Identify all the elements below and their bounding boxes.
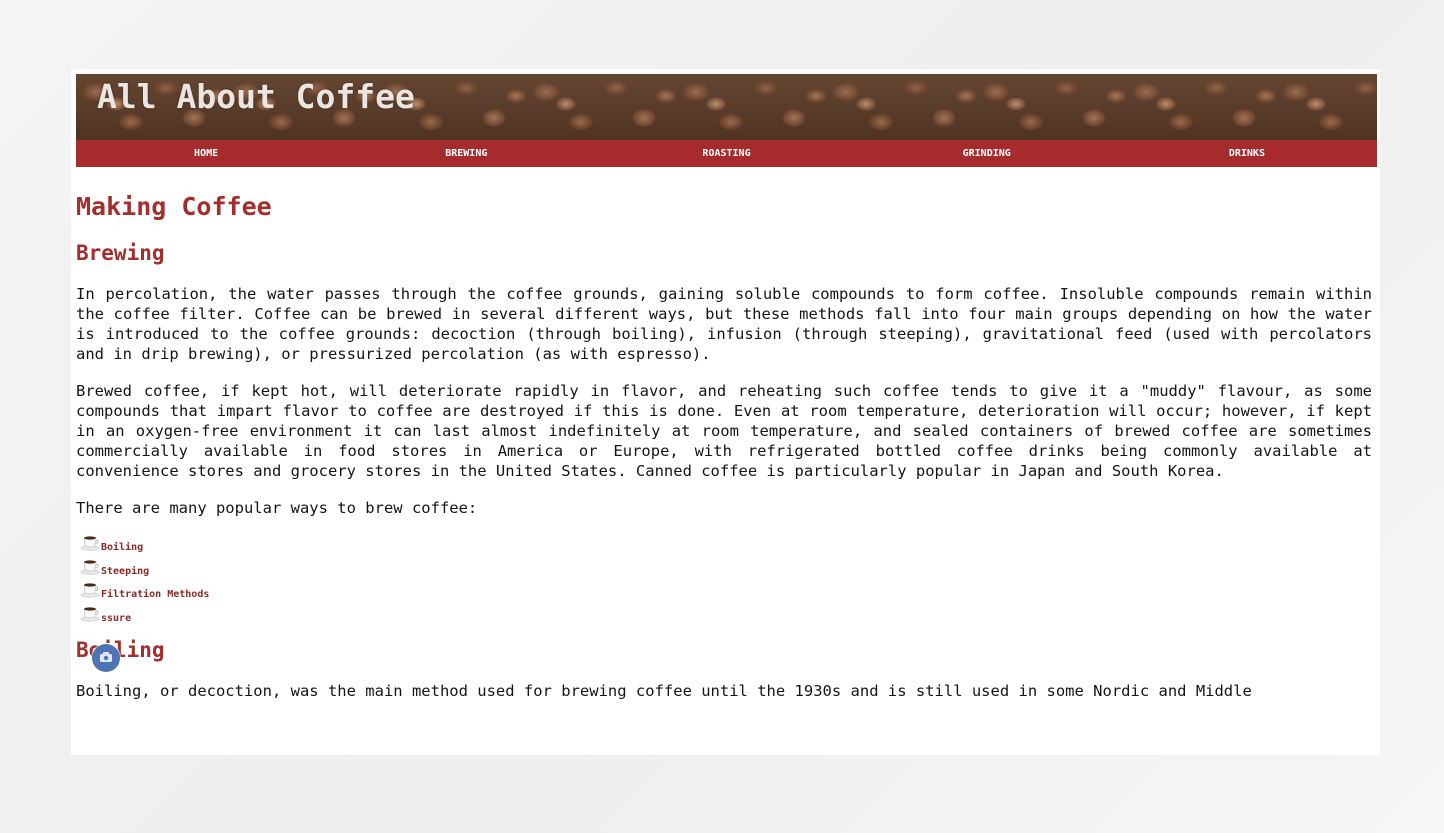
section-heading-boiling: Boiling: [76, 638, 165, 662]
page-title: Making Coffee: [76, 192, 272, 221]
main-content: Making Coffee Brewing In percolation, th…: [76, 191, 1372, 701]
list-item: ssure: [76, 603, 1372, 627]
method-link-pressure[interactable]: ssure: [101, 613, 131, 625]
list-item: Filtration Methods: [76, 579, 1372, 603]
coffee-cup-icon: [80, 583, 100, 598]
nav-home[interactable]: HOME: [76, 140, 336, 167]
method-link-steeping[interactable]: Steeping: [101, 566, 149, 578]
brewing-paragraph-2: Brewed coffee, if kept hot, will deterio…: [76, 382, 1372, 480]
brewing-paragraph-3: There are many popular ways to brew coff…: [76, 499, 478, 517]
header-banner: All About Coffee: [76, 74, 1377, 140]
nav-drinks[interactable]: DRINKS: [1117, 140, 1377, 167]
floating-app-icon[interactable]: [92, 644, 120, 672]
section-heading-brewing: Brewing: [76, 241, 165, 265]
recorder-icon: [100, 652, 112, 662]
main-nav: HOME BREWING ROASTING GRINDING DRINKS: [76, 140, 1377, 167]
browser-page: All About Coffee HOME BREWING ROASTING G…: [71, 69, 1380, 755]
coffee-cup-icon: [80, 536, 100, 551]
coffee-cup-icon: [80, 606, 100, 622]
coffee-cup-icon: [80, 559, 100, 575]
nav-roasting[interactable]: ROASTING: [596, 140, 856, 167]
boiling-paragraph: Boiling, or decoction, was the main meth…: [76, 682, 1252, 700]
method-link-filtration[interactable]: Filtration Methods: [101, 589, 209, 601]
nav-brewing[interactable]: BREWING: [336, 140, 596, 167]
list-item: Steeping: [76, 556, 1372, 580]
list-item: Boiling: [76, 532, 1372, 556]
site-title: All About Coffee: [97, 77, 415, 116]
brew-methods-list: Boiling Steeping Filtration Methods ssur…: [76, 532, 1372, 626]
brewing-paragraph-1: In percolation, the water passes through…: [76, 285, 1372, 363]
method-link-boiling[interactable]: Boiling: [101, 542, 143, 554]
nav-grinding[interactable]: GRINDING: [857, 140, 1117, 167]
